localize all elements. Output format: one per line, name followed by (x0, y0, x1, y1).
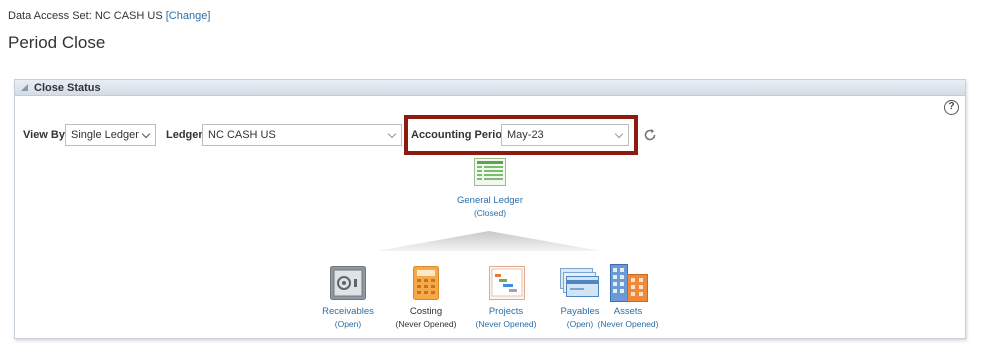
buildings-icon[interactable] (610, 264, 648, 302)
hierarchy-divider (377, 231, 601, 251)
safe-icon[interactable] (330, 266, 366, 300)
close-status-header[interactable]: Close Status (15, 80, 965, 96)
accounting-period-select[interactable]: May-23 (501, 124, 629, 146)
costing-link[interactable]: Costing (392, 306, 460, 317)
receivables-link[interactable]: Receivables (314, 306, 382, 317)
costing-item[interactable]: Costing (Never Opened) (392, 306, 460, 329)
cards-icon[interactable] (560, 268, 600, 298)
change-link[interactable]: [Change] (166, 10, 211, 22)
help-icon[interactable]: ? (944, 100, 959, 115)
collapse-icon[interactable] (21, 84, 28, 91)
receivables-status: (Open) (334, 319, 362, 329)
accounting-period-label: Accounting Period (411, 129, 509, 141)
chevron-down-icon (387, 129, 397, 139)
general-ledger-item[interactable]: General Ledger (Closed) (450, 195, 530, 218)
data-access-label: Data Access Set: (8, 10, 92, 22)
assets-link[interactable]: Assets (596, 306, 660, 317)
costing-status: (Never Opened) (395, 319, 457, 329)
data-access-value: NC CASH US (94, 10, 163, 22)
accounting-period-value: May-23 (507, 129, 544, 141)
chevron-down-icon (141, 129, 151, 139)
projects-status: (Never Opened) (475, 319, 537, 329)
gantt-chart-icon[interactable] (489, 266, 525, 300)
view-by-label: View By (23, 129, 65, 141)
assets-item[interactable]: Assets (Never Opened) (596, 306, 660, 329)
page-title: Period Close (8, 33, 106, 52)
ledger-value: NC CASH US (208, 129, 276, 141)
calculator-icon[interactable] (413, 266, 439, 300)
receivables-item[interactable]: Receivables (Open) (314, 306, 382, 329)
assets-status: (Never Opened) (597, 319, 659, 329)
data-access-set: Data Access Set: NC CASH US [Change] (8, 10, 210, 22)
ledger-select[interactable]: NC CASH US (202, 124, 402, 146)
general-ledger-link[interactable]: General Ledger (450, 195, 530, 206)
projects-item[interactable]: Projects (Never Opened) (472, 306, 540, 329)
ledger-table-icon[interactable] (474, 158, 506, 186)
view-by-select[interactable]: Single Ledger (65, 124, 156, 146)
chevron-down-icon (614, 129, 624, 139)
projects-link[interactable]: Projects (472, 306, 540, 317)
general-ledger-status: (Closed) (473, 208, 507, 218)
refresh-icon[interactable] (643, 128, 657, 142)
close-status-title: Close Status (34, 81, 101, 94)
view-by-value: Single Ledger (71, 129, 139, 141)
ledger-label: Ledger (166, 129, 203, 141)
